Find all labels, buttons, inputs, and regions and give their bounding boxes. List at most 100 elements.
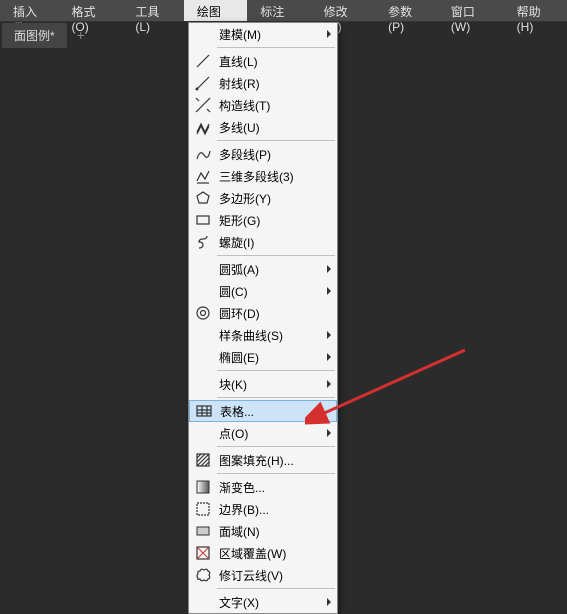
- hatch-icon: [193, 451, 213, 469]
- menu-item-label: 圆(C): [219, 283, 327, 300]
- menu-separator: [217, 255, 335, 256]
- menu-item[interactable]: 构造线(T): [189, 94, 337, 116]
- xline-icon: [193, 96, 213, 114]
- menu-item-label: 矩形(G): [219, 212, 331, 229]
- menu-item[interactable]: 修订云线(V): [189, 564, 337, 586]
- menu-item-label: 块(K): [219, 376, 327, 393]
- table-icon: [194, 402, 214, 420]
- blank-icon: [193, 326, 213, 344]
- submenu-arrow-icon: [327, 265, 331, 273]
- menu-item-label: 点(O): [219, 425, 327, 442]
- menu-item[interactable]: 面域(N): [189, 520, 337, 542]
- menubar-item[interactable]: 工具(L): [122, 0, 184, 21]
- menubar-item[interactable]: 标注(N): [247, 0, 310, 21]
- menu-separator: [217, 588, 335, 589]
- menu-item-label: 多段线(P): [219, 146, 331, 163]
- line-icon: [193, 52, 213, 70]
- menubar-item[interactable]: 插入(I): [0, 0, 58, 21]
- menu-item[interactable]: 块(K): [189, 373, 337, 395]
- blank-icon: [193, 348, 213, 366]
- menu-item-label: 射线(R): [219, 75, 331, 92]
- menu-item[interactable]: 表格...: [189, 400, 337, 422]
- tab-label: 面图例*: [14, 27, 55, 44]
- menu-item[interactable]: 螺旋(I): [189, 231, 337, 253]
- menu-item[interactable]: 边界(B)...: [189, 498, 337, 520]
- rect-icon: [193, 211, 213, 229]
- menu-item[interactable]: 圆弧(A): [189, 258, 337, 280]
- menu-separator: [217, 397, 335, 398]
- menu-separator: [217, 47, 335, 48]
- submenu-arrow-icon: [327, 287, 331, 295]
- submenu-arrow-icon: [327, 380, 331, 388]
- menu-item[interactable]: 圆环(D): [189, 302, 337, 324]
- menu-item[interactable]: 矩形(G): [189, 209, 337, 231]
- revcloud-icon: [193, 566, 213, 584]
- gradient-icon: [193, 478, 213, 496]
- helix-icon: [193, 233, 213, 251]
- menu-item[interactable]: 椭圆(E): [189, 346, 337, 368]
- menu-item-label: 三维多段线(3): [219, 168, 331, 185]
- menu-item[interactable]: 图案填充(H)...: [189, 449, 337, 471]
- document-tab[interactable]: 面图例*: [2, 23, 67, 48]
- boundary-icon: [193, 500, 213, 518]
- menu-item-label: 直线(L): [219, 53, 331, 70]
- submenu-arrow-icon: [327, 353, 331, 361]
- menu-separator: [217, 140, 335, 141]
- submenu-arrow-icon: [327, 429, 331, 437]
- menubar-item[interactable]: 格式(O): [58, 0, 122, 21]
- menu-item-label: 圆弧(A): [219, 261, 327, 278]
- menu-item[interactable]: 三维多段线(3): [189, 165, 337, 187]
- menubar-item[interactable]: 窗口(W): [438, 0, 504, 21]
- blank-icon: [193, 282, 213, 300]
- wipeout-icon: [193, 544, 213, 562]
- menu-separator: [217, 446, 335, 447]
- pline-icon: [193, 145, 213, 163]
- menu-item[interactable]: 多线(U): [189, 116, 337, 138]
- menu-item[interactable]: 渐变色...: [189, 476, 337, 498]
- draw-menu-dropdown: 建模(M) 直线(L) 射线(R) 构造线(T) 多线(U) 多段线(P) 三维多段线(3)…: [188, 22, 338, 614]
- tab-add-button[interactable]: +: [67, 23, 95, 47]
- menubar-item[interactable]: 修改(M): [311, 0, 376, 21]
- submenu-arrow-icon: [327, 30, 331, 38]
- menu-item[interactable]: 样条曲线(S): [189, 324, 337, 346]
- menu-item-label: 构造线(T): [219, 97, 331, 114]
- blank-icon: [193, 593, 213, 611]
- menu-item-label: 表格...: [220, 403, 330, 420]
- menubar: 插入(I)格式(O)工具(L)绘图(D)标注(N)修改(M)参数(P)窗口(W)…: [0, 0, 567, 22]
- ray-icon: [193, 74, 213, 92]
- menu-item-label: 多边形(Y): [219, 190, 331, 207]
- menu-item-label: 椭圆(E): [219, 349, 327, 366]
- pline3d-icon: [193, 167, 213, 185]
- menu-item[interactable]: 直线(L): [189, 50, 337, 72]
- menubar-item[interactable]: 绘图(D): [184, 0, 247, 21]
- menu-item[interactable]: 文字(X): [189, 591, 337, 613]
- menu-item-label: 修订云线(V): [219, 567, 331, 584]
- menubar-item[interactable]: 参数(P): [375, 0, 438, 21]
- menu-item-label: 圆环(D): [219, 305, 331, 322]
- menu-item-label: 渐变色...: [219, 479, 331, 496]
- menubar-item[interactable]: 帮助(H): [504, 0, 567, 21]
- menu-item[interactable]: 射线(R): [189, 72, 337, 94]
- menu-item[interactable]: 建模(M): [189, 23, 337, 45]
- menu-item-label: 多线(U): [219, 119, 331, 136]
- polygon-icon: [193, 189, 213, 207]
- menu-item-label: 图案填充(H)...: [219, 452, 331, 469]
- menu-item-label: 面域(N): [219, 523, 331, 540]
- menu-item[interactable]: 圆(C): [189, 280, 337, 302]
- blank-icon: [193, 375, 213, 393]
- donut-icon: [193, 304, 213, 322]
- menu-separator: [217, 473, 335, 474]
- menu-item-label: 区域覆盖(W): [219, 545, 331, 562]
- region-icon: [193, 522, 213, 540]
- menu-item[interactable]: 区域覆盖(W): [189, 542, 337, 564]
- menu-item[interactable]: 多段线(P): [189, 143, 337, 165]
- menu-item[interactable]: 多边形(Y): [189, 187, 337, 209]
- submenu-arrow-icon: [327, 331, 331, 339]
- blank-icon: [193, 25, 213, 43]
- blank-icon: [193, 424, 213, 442]
- menu-item[interactable]: 点(O): [189, 422, 337, 444]
- menu-item-label: 样条曲线(S): [219, 327, 327, 344]
- menu-item-label: 螺旋(I): [219, 234, 331, 251]
- mline-icon: [193, 118, 213, 136]
- menu-item-label: 边界(B)...: [219, 501, 331, 518]
